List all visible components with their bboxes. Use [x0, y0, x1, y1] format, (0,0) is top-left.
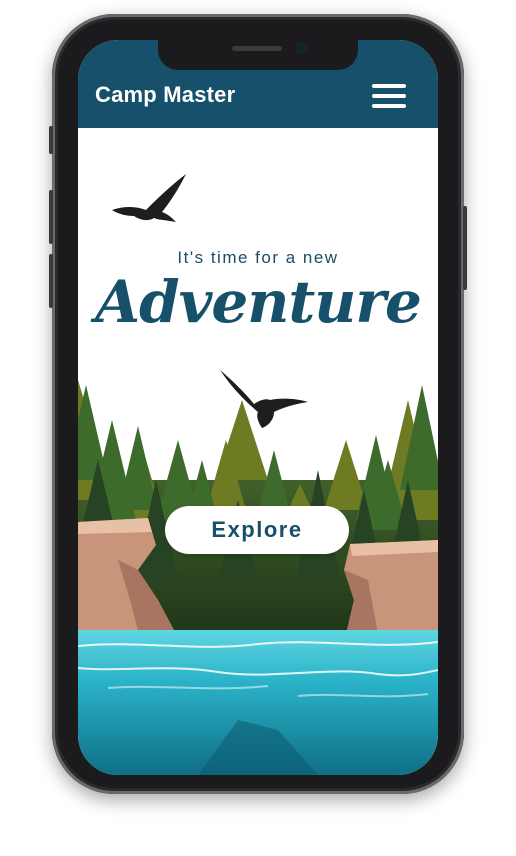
phone-screen: Camp Master It's time for a new Adventur… — [78, 40, 438, 775]
speaker-grille — [232, 46, 282, 51]
hero-headline: Adventure — [95, 268, 422, 336]
app-title: Camp Master — [95, 82, 236, 107]
volume-down-button — [49, 254, 53, 308]
hero-tagline: It's time for a new — [177, 248, 339, 267]
eagle-icon — [112, 174, 186, 222]
eagle-icon — [220, 370, 308, 428]
power-button — [463, 206, 467, 290]
volume-up-button — [49, 190, 53, 244]
front-camera — [298, 44, 306, 52]
hamburger-menu-icon[interactable] — [370, 82, 408, 110]
phone-notch — [158, 40, 358, 70]
mute-switch — [49, 126, 53, 154]
right-cliff — [344, 540, 438, 636]
explore-button[interactable]: Explore — [165, 506, 349, 554]
